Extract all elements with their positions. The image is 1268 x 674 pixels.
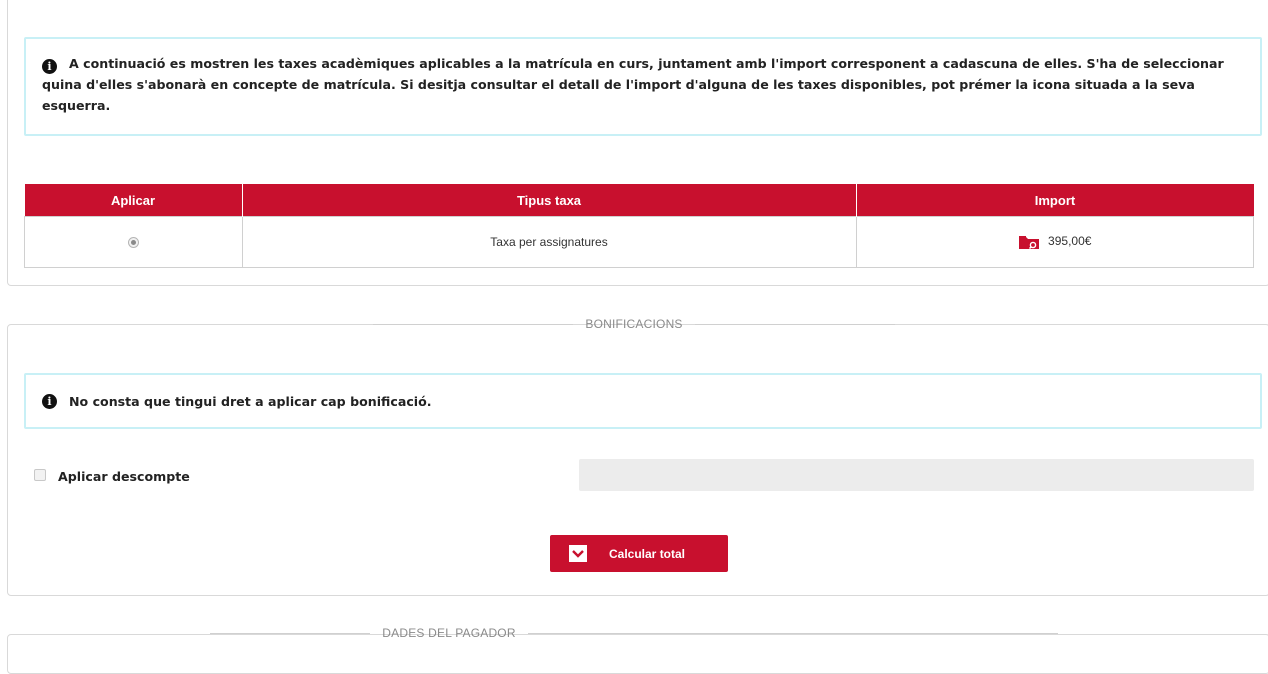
col-header-import: Import: [855, 184, 1254, 217]
calculate-total-button[interactable]: Calcular total: [550, 535, 728, 572]
taxes-info-text: iA continuació es mostren les taxes acad…: [42, 53, 1248, 116]
taxes-table-header: Aplicar Tipus taxa Import: [24, 184, 1254, 217]
apply-cell: [24, 216, 243, 268]
folder-search-icon[interactable]: [1018, 234, 1040, 250]
bonificacions-info-text: No consta que tingui dret a aplicar cap …: [69, 393, 432, 409]
taxes-info-box: iA continuació es mostren les taxes acad…: [24, 37, 1262, 136]
import-cell: 395,00€: [855, 216, 1254, 268]
apply-radio[interactable]: [127, 237, 139, 249]
bonificacions-title: BONIFICACIONS: [585, 317, 683, 331]
table-row: Taxa per assignatures 395,00€: [24, 216, 1254, 268]
info-icon: i: [42, 393, 57, 409]
calculate-total-label: Calcular total: [609, 546, 686, 561]
payer-title: DADES DEL PAGADOR: [382, 626, 516, 640]
col-header-type: Tipus taxa: [241, 184, 856, 217]
tax-type-cell: Taxa per assignatures: [241, 216, 857, 268]
legend-divider: [210, 632, 371, 634]
legend-divider: [373, 323, 574, 325]
taxes-info-message: A continuació es mostren les taxes acadè…: [42, 56, 1224, 113]
discount-label[interactable]: Aplicar descompte: [58, 469, 190, 484]
payer-panel: [7, 634, 1268, 674]
import-amount: 395,00€: [1048, 234, 1092, 249]
discount-field: [579, 459, 1254, 491]
bonificacions-legend: BONIFICACIONS: [0, 317, 1268, 331]
legend-divider: [527, 632, 1058, 634]
chevron-down-icon: [569, 545, 587, 562]
col-header-apply: Aplicar: [24, 184, 242, 217]
payer-legend: DADES DEL PAGADOR: [0, 626, 1268, 640]
discount-checkbox[interactable]: [34, 469, 46, 481]
legend-divider: [694, 323, 895, 325]
taxes-table: Aplicar Tipus taxa Import Taxa per assig…: [24, 184, 1254, 268]
bonificacions-info-box: i No consta que tingui dret a aplicar ca…: [24, 373, 1262, 429]
info-icon: i: [42, 59, 57, 74]
